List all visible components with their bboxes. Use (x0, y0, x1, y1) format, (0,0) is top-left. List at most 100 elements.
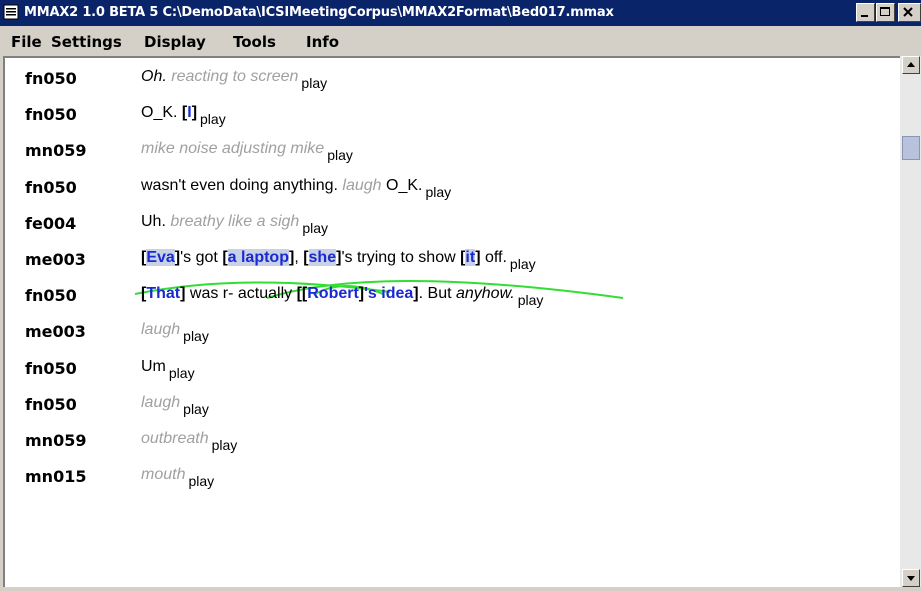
transcript-row[interactable]: me003 laugh play (5, 317, 900, 353)
utterance-segment: ] (191, 104, 198, 122)
play-link[interactable]: play (302, 220, 328, 236)
annotation-text-pane[interactable]: fn050 Oh. reacting to screen play fn050 O_K.… (3, 56, 900, 587)
markable-text[interactable]: Robert (307, 285, 359, 302)
close-button[interactable] (898, 3, 921, 22)
play-link[interactable]: play (188, 473, 214, 489)
play-link[interactable]: play (518, 292, 544, 308)
speaker-id: me003 (25, 250, 86, 269)
utterance-text[interactable]: Um play (141, 357, 195, 381)
utterance-segment: was r- actually (185, 285, 297, 303)
markable-text[interactable]: she (308, 249, 337, 266)
play-link[interactable]: play (183, 401, 209, 417)
menu-display[interactable]: Display (144, 33, 206, 51)
play-link[interactable]: play (183, 328, 209, 344)
markable-text[interactable]: That (146, 285, 180, 302)
play-link[interactable]: play (301, 75, 327, 91)
maximize-icon (880, 7, 890, 16)
utterance-segment: outbreath (141, 430, 209, 447)
close-icon (903, 7, 913, 17)
scroll-thumb[interactable] (902, 136, 920, 160)
utterance-segment: laugh (342, 176, 382, 194)
window-title: MMAX2 1.0 BETA 5 C:\DemoData\ICSIMeeting… (24, 5, 614, 20)
utterance-text[interactable]: mouth play (141, 466, 214, 489)
utterance-text[interactable]: [That] was r- actually [[Robert]'s idea]… (141, 285, 543, 308)
vertical-scrollbar[interactable] (900, 56, 921, 587)
utterance-segment: Uh. (141, 212, 171, 230)
utterance-text[interactable]: mike noise adjusting mike play (141, 140, 353, 163)
transcript-row[interactable]: fe004 Uh. breathy like a sigh play (5, 209, 900, 245)
transcript-row[interactable]: fn050 Oh. reacting to screen play (5, 64, 900, 100)
markable-text[interactable]: Eva (146, 249, 175, 266)
utterance-segment: off. (480, 249, 507, 266)
transcript-row[interactable]: fn050 O_K. [I] play (5, 100, 900, 136)
utterance-segment: reacting to screen (166, 68, 299, 85)
speaker-id: mn015 (25, 467, 87, 487)
utterance-segment: O_K. (141, 104, 182, 122)
transcript-row[interactable]: fn050 laugh play (5, 390, 900, 426)
minimize-icon (861, 15, 868, 17)
minimize-button[interactable] (856, 3, 875, 22)
utterance-segment: [[ (296, 285, 308, 303)
markable-text[interactable]: a laptop (227, 249, 289, 266)
utterance-segment: mike noise adjusting mike (141, 140, 325, 158)
utterance-segment: , (294, 249, 304, 266)
menu-file[interactable]: File (11, 33, 42, 51)
up-arrow-icon (907, 62, 915, 67)
speaker-id: fn050 (25, 105, 77, 125)
utterance-text[interactable]: laugh play (141, 321, 209, 344)
utterance-segment: wasn't even doing anything. (141, 176, 343, 194)
play-link[interactable]: play (425, 184, 451, 200)
scroll-up-button[interactable] (902, 56, 920, 74)
utterance-segment: breathy like a sigh (170, 212, 300, 230)
utterance-text[interactable]: wasn't even doing anything. laugh O_K. pl… (141, 176, 451, 200)
utterance-segment: anyhow. (455, 285, 515, 303)
utterance-segment: O_K. (381, 176, 423, 194)
title-bar[interactable]: MMAX2 1.0 BETA 5 C:\DemoData\ICSIMeeting… (0, 0, 921, 26)
transcript-row[interactable]: me003 [Eva]'s got [a laptop], [she]'s try… (5, 245, 900, 281)
speaker-id: me003 (25, 322, 86, 342)
play-link[interactable]: play (200, 111, 226, 127)
utterance-segment: laugh (141, 321, 181, 339)
menu-settings[interactable]: Settings (51, 33, 122, 51)
transcript-row[interactable]: fn050 wasn't even doing anything. laugh O… (5, 173, 900, 209)
mmax2-window: MMAX2 1.0 BETA 5 C:\DemoData\ICSIMeeting… (0, 0, 921, 587)
transcript-row[interactable]: mn059 outbreath play (5, 426, 900, 462)
utterance-segment: . But (418, 285, 456, 303)
utterance-text[interactable]: Oh. reacting to screen play (141, 68, 327, 91)
speaker-id: fn050 (25, 286, 77, 306)
speaker-id: fn050 (25, 358, 77, 378)
transcript-row[interactable]: mn059 mike noise adjusting mike play (5, 136, 900, 172)
utterance-segment: Um (141, 357, 166, 375)
markable-text[interactable]: it (465, 249, 476, 266)
utterance-text[interactable]: laugh play (141, 394, 209, 417)
speaker-id: fn050 (25, 394, 77, 414)
utterance-text[interactable]: O_K. [I] play (141, 104, 226, 127)
speaker-id: mn059 (25, 431, 87, 450)
play-link[interactable]: play (327, 147, 353, 163)
markable-text[interactable]: 's idea (364, 285, 413, 302)
utterance-segment: 's got (180, 249, 223, 266)
utterance-text[interactable]: [Eva]'s got [a laptop], [she]'s trying t… (141, 249, 536, 272)
transcript-row[interactable]: fn050 Um play (5, 354, 900, 390)
play-link[interactable]: play (212, 437, 238, 453)
scroll-down-button[interactable] (902, 569, 920, 587)
menu-tools[interactable]: Tools (233, 33, 276, 51)
speaker-id: mn059 (25, 141, 87, 161)
menu-bar: File Settings Display Tools Info (0, 26, 921, 56)
utterance-segment: mouth (141, 466, 186, 484)
utterance-text[interactable]: outbreath play (141, 430, 237, 453)
speaker-id: fn050 (25, 177, 77, 197)
document-icon (3, 4, 19, 20)
transcript-row[interactable]: mn015 mouth play (5, 462, 900, 498)
utterance-text[interactable]: Uh. breathy like a sigh play (141, 212, 328, 236)
transcript-row[interactable]: fn050 [That] was r- actually [[Robert]'s … (5, 281, 900, 317)
menu-info[interactable]: Info (306, 33, 339, 51)
play-link[interactable]: play (510, 256, 536, 272)
maximize-button[interactable] (876, 3, 895, 22)
speaker-id: fe004 (25, 213, 77, 233)
down-arrow-icon (907, 576, 915, 581)
play-link[interactable]: play (169, 365, 195, 381)
utterance-segment: [ (222, 249, 228, 266)
utterance-segment: Oh. (141, 68, 167, 85)
utterance-segment: [ (303, 249, 309, 266)
